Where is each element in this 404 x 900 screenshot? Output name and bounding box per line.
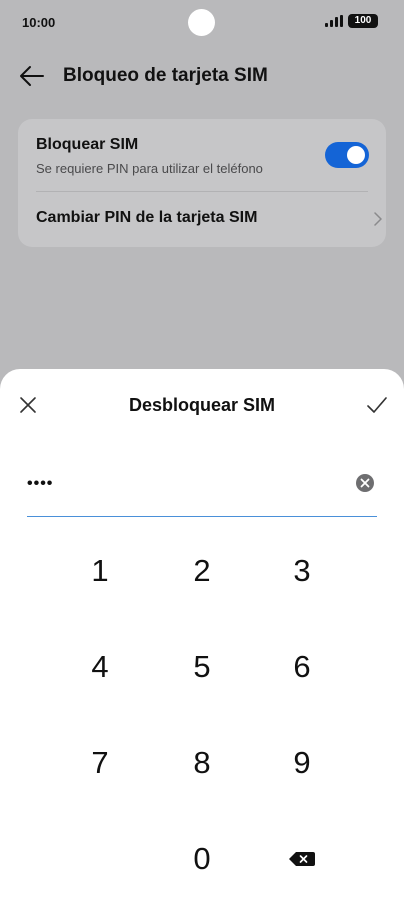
key-0[interactable]: 0 xyxy=(157,824,247,894)
page-title: Bloqueo de tarjeta SIM xyxy=(63,65,268,86)
pin-underline xyxy=(27,516,377,517)
check-icon xyxy=(367,397,387,413)
backspace-icon xyxy=(289,852,315,866)
sheet-title: Desbloquear SIM xyxy=(128,395,276,415)
change-pin-row[interactable]: Cambiar PIN de la tarjeta SIM xyxy=(18,191,386,247)
key-6[interactable]: 6 xyxy=(257,632,347,702)
chevron-right-icon xyxy=(374,212,382,226)
toggle-knob xyxy=(347,146,365,164)
key-4[interactable]: 4 xyxy=(55,632,145,702)
app-header: Bloqueo de tarjeta SIM xyxy=(0,56,404,96)
lock-sim-row[interactable]: Bloquear SIM Se requiere PIN para utiliz… xyxy=(18,119,386,191)
change-pin-title: Cambiar PIN de la tarjeta SIM xyxy=(36,209,258,226)
battery-icon: 100 xyxy=(348,14,378,28)
key-9[interactable]: 9 xyxy=(257,728,347,798)
status-time: 10:00 xyxy=(22,15,56,30)
key-7[interactable]: 7 xyxy=(55,728,145,798)
status-indicators: 100 xyxy=(325,14,378,28)
camera-cutout xyxy=(188,9,215,36)
status-bar: 10:00 100 xyxy=(0,0,404,46)
key-3[interactable]: 3 xyxy=(257,536,347,606)
key-8[interactable]: 8 xyxy=(157,728,247,798)
signal-icon xyxy=(325,15,343,27)
backspace-key[interactable] xyxy=(257,824,347,894)
key-1[interactable]: 1 xyxy=(55,536,145,606)
settings-card: Bloquear SIM Se requiere PIN para utiliz… xyxy=(18,119,386,247)
clear-icon[interactable] xyxy=(355,473,375,493)
unlock-sim-sheet: Desbloquear SIM •••• 1 2 3 4 5 6 7 8 9 0 xyxy=(0,369,404,900)
key-5[interactable]: 5 xyxy=(157,632,247,702)
arrow-left-icon xyxy=(20,66,44,86)
lock-sim-subtitle: Se requiere PIN para utilizar el teléfon… xyxy=(36,161,263,176)
lock-sim-title: Bloquear SIM xyxy=(36,136,139,153)
confirm-button[interactable] xyxy=(364,393,390,417)
lock-sim-toggle[interactable] xyxy=(325,142,369,168)
key-2[interactable]: 2 xyxy=(157,536,247,606)
back-button[interactable] xyxy=(16,60,48,92)
pin-input[interactable]: •••• xyxy=(27,465,377,517)
pin-value: •••• xyxy=(27,475,54,492)
